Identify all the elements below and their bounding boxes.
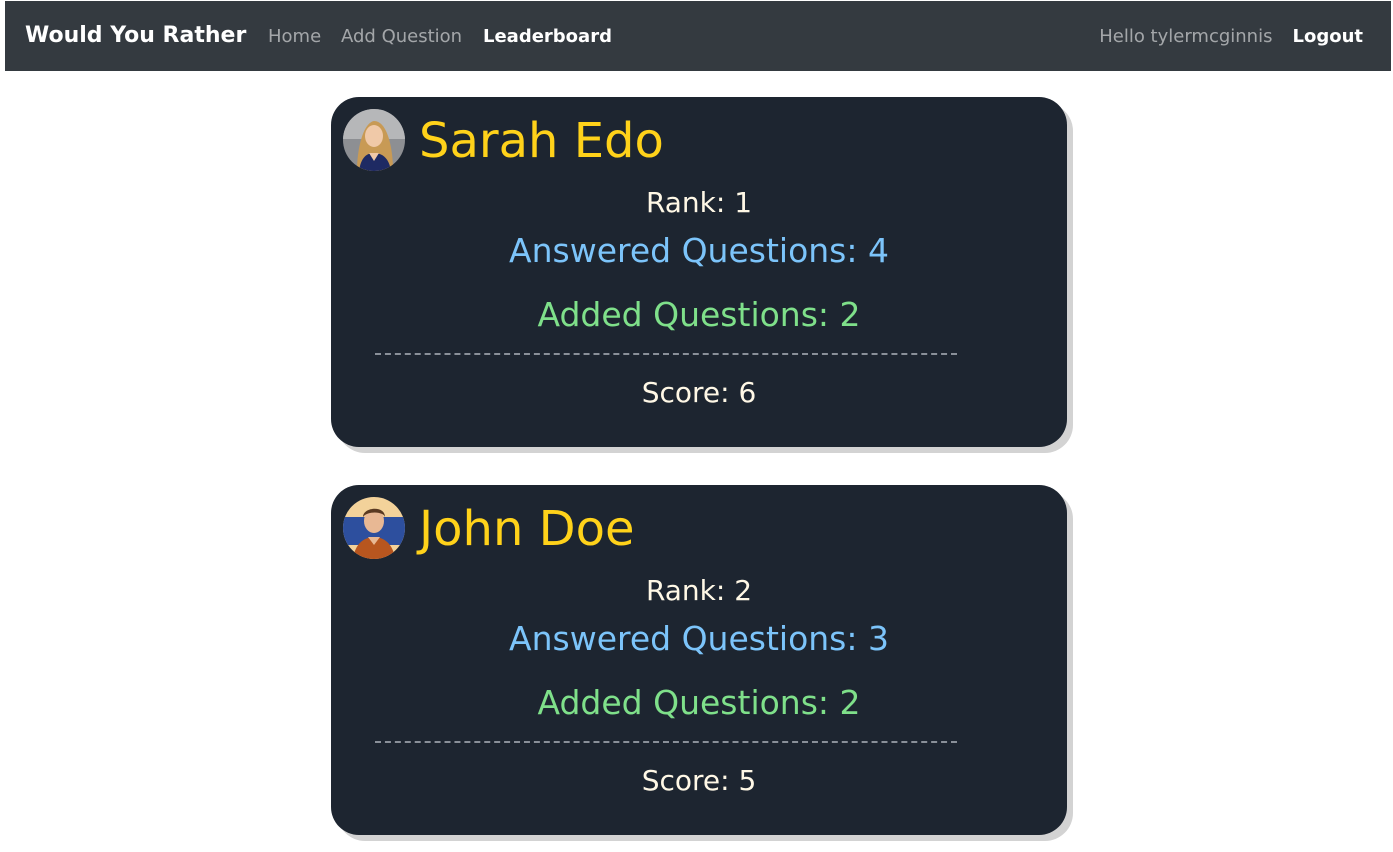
rank-text: Rank: 1 (645, 186, 753, 219)
divider (375, 741, 957, 743)
divider (375, 353, 957, 355)
user-avatar-icon (343, 497, 405, 559)
score-text: Score: 5 (641, 764, 757, 797)
leaderboard-card: Sarah Edo Rank: 1 Answered Questions: 4 … (331, 97, 1067, 447)
nav-home-link[interactable]: Home (268, 1, 321, 73)
added-questions-text: Added Questions: 2 (537, 295, 861, 334)
added-questions-text: Added Questions: 2 (537, 683, 861, 722)
brand-title[interactable]: Would You Rather (25, 1, 246, 71)
nav-user-area: Hello tylermcginnis Logout (1099, 1, 1363, 71)
rank-text: Rank: 2 (645, 574, 753, 607)
user-name: Sarah Edo (419, 113, 664, 169)
answered-questions-text: Answered Questions: 4 (509, 231, 889, 270)
avatar (343, 497, 405, 559)
answered-questions-text: Answered Questions: 3 (509, 619, 889, 658)
navbar: Would You Rather Home Add Question Leade… (5, 1, 1391, 71)
avatar (343, 109, 405, 171)
nav-add-question-link[interactable]: Add Question (341, 1, 462, 73)
user-name: John Doe (419, 501, 635, 557)
nav-leaderboard-link[interactable]: Leaderboard (483, 1, 612, 73)
user-greeting: Hello tylermcginnis (1099, 25, 1273, 47)
score-text: Score: 6 (641, 376, 757, 409)
leaderboard-card: John Doe Rank: 2 Answered Questions: 3 A… (331, 485, 1067, 835)
logout-link[interactable]: Logout (1292, 26, 1363, 47)
user-avatar-icon (343, 109, 405, 171)
